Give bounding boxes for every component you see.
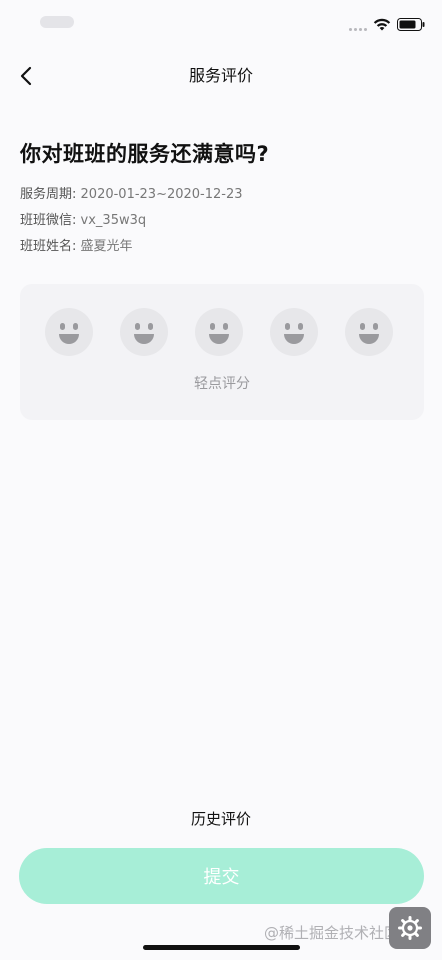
signal-dots-icon <box>349 28 367 31</box>
wechat-value: vx_35w3q <box>80 213 147 228</box>
submit-button[interactable]: 提交 <box>19 848 424 904</box>
watermark: @稀土掘金技术社区 <box>264 924 400 942</box>
service-period-value: 2020-01-23~2020-12-23 <box>80 187 243 202</box>
history-reviews-link[interactable]: 历史评价 <box>0 808 442 829</box>
info-name: 班班姓名: 盛夏光年 <box>20 235 133 254</box>
back-button[interactable] <box>12 62 40 90</box>
smiley-face-icon <box>59 334 79 344</box>
rating-face-2[interactable] <box>120 308 168 356</box>
service-period-label: 服务周期: <box>20 187 77 202</box>
rating-card: 轻点评分 <box>20 284 424 420</box>
info-service-period: 服务周期: 2020-01-23~2020-12-23 <box>20 183 243 202</box>
chevron-left-icon <box>20 66 32 86</box>
home-indicator <box>143 945 300 950</box>
rating-face-1[interactable] <box>45 308 93 356</box>
nav-bar: 服务评价 <box>0 54 442 98</box>
rating-face-4[interactable] <box>270 308 318 356</box>
status-bar <box>0 0 442 46</box>
smiley-face-icon <box>134 334 154 344</box>
settings-fab[interactable] <box>389 907 431 949</box>
battery-icon <box>397 18 425 31</box>
smiley-face-icon <box>284 334 304 344</box>
question-heading: 你对班班的服务还满意吗? <box>20 142 270 166</box>
wifi-icon <box>373 18 391 31</box>
rating-faces <box>45 308 393 356</box>
name-label: 班班姓名: <box>20 239 77 254</box>
rating-face-5[interactable] <box>345 308 393 356</box>
wechat-label: 班班微信: <box>20 213 77 228</box>
gear-icon <box>398 916 422 940</box>
smiley-face-icon <box>209 334 229 344</box>
status-pill <box>40 16 74 28</box>
name-value: 盛夏光年 <box>80 239 133 254</box>
smiley-face-icon <box>359 334 379 344</box>
info-wechat: 班班微信: vx_35w3q <box>20 209 146 228</box>
rating-hint: 轻点评分 <box>194 376 250 392</box>
page-title: 服务评价 <box>188 66 253 85</box>
rating-face-3[interactable] <box>195 308 243 356</box>
